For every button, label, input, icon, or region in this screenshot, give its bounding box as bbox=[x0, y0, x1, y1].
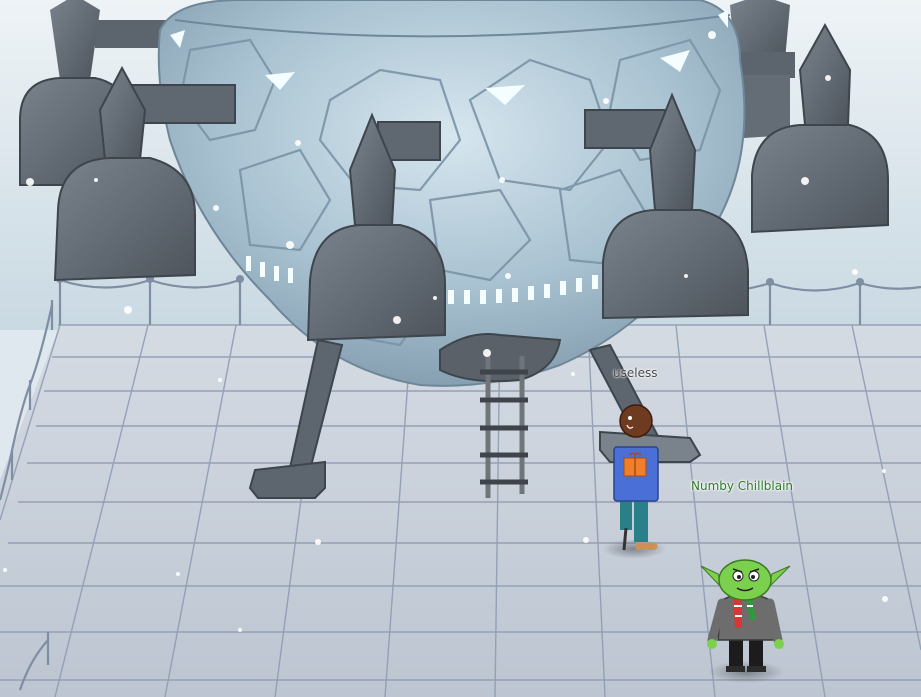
player-name-label: useless bbox=[613, 366, 658, 380]
npc-name-label[interactable]: Numby Chillblain bbox=[691, 479, 793, 493]
game-scene[interactable] bbox=[0, 0, 921, 697]
